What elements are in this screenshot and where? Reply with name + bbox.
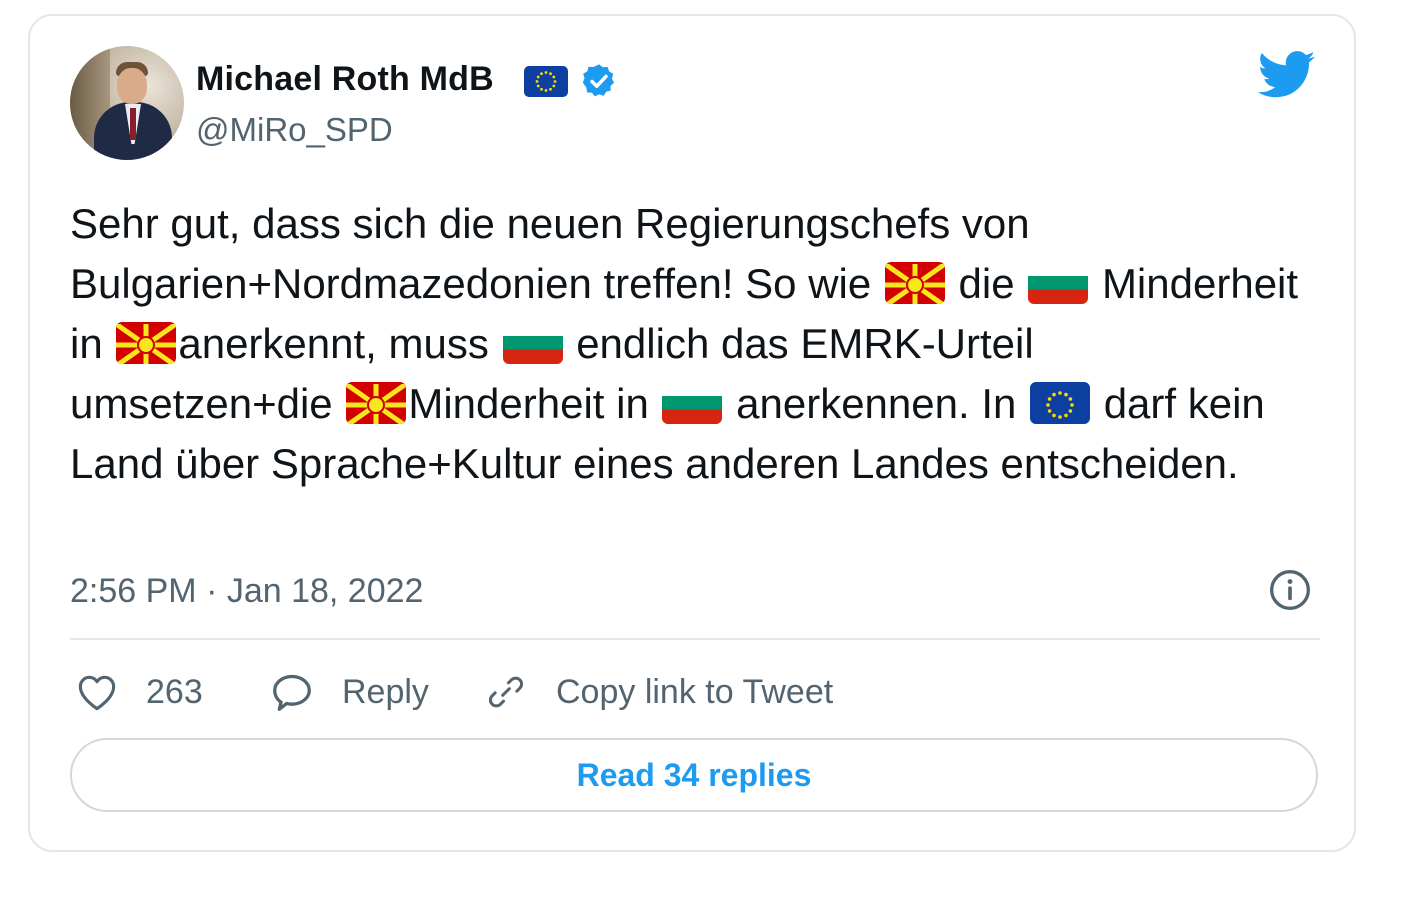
copy-link-button[interactable]: Copy link to Tweet (484, 668, 833, 716)
info-icon[interactable] (1268, 568, 1312, 612)
heart-icon (78, 675, 116, 711)
twitter-bird-icon[interactable] (1258, 50, 1316, 100)
reply-label: Reply (342, 672, 429, 711)
reply-button[interactable]: Reply (270, 668, 429, 716)
divider (70, 638, 1320, 640)
link-icon (489, 676, 523, 708)
verified-badge-icon (582, 64, 615, 97)
north-macedonia-flag-icon (346, 382, 407, 424)
copy-link-label: Copy link to Tweet (556, 672, 834, 711)
bulgaria-flag-icon (662, 382, 723, 424)
north-macedonia-flag-icon (116, 322, 177, 364)
read-replies-button[interactable]: Read 34 replies (70, 738, 1318, 812)
eu-flag-icon (1030, 382, 1091, 424)
tweet-text-part: die (946, 260, 1027, 307)
like-count: 263 (146, 672, 203, 711)
tweet-text-part: anerkennt, muss (178, 320, 501, 367)
tweet-text-part: anerkennen. In (724, 380, 1029, 427)
tweet-card: Michael Roth MdB @MiRo_SPD Sehr gut, das… (28, 14, 1356, 852)
bulgaria-flag-icon (1028, 262, 1089, 304)
author-name[interactable]: Michael Roth MdB (196, 60, 494, 99)
avatar[interactable] (70, 46, 184, 160)
tweet-timestamp[interactable]: 2:56 PM · Jan 18, 2022 (70, 572, 423, 611)
like-button[interactable]: 263 (76, 668, 203, 716)
eu-flag-icon (524, 66, 568, 97)
tweet-text-part: Minderheit in (408, 380, 661, 427)
author-handle[interactable]: @MiRo_SPD (196, 111, 393, 149)
reply-bubble-icon (273, 674, 311, 711)
tweet-text: Sehr gut, dass sich die neuen Regierungs… (70, 194, 1300, 494)
bulgaria-flag-icon (502, 322, 563, 364)
north-macedonia-flag-icon (884, 262, 945, 304)
